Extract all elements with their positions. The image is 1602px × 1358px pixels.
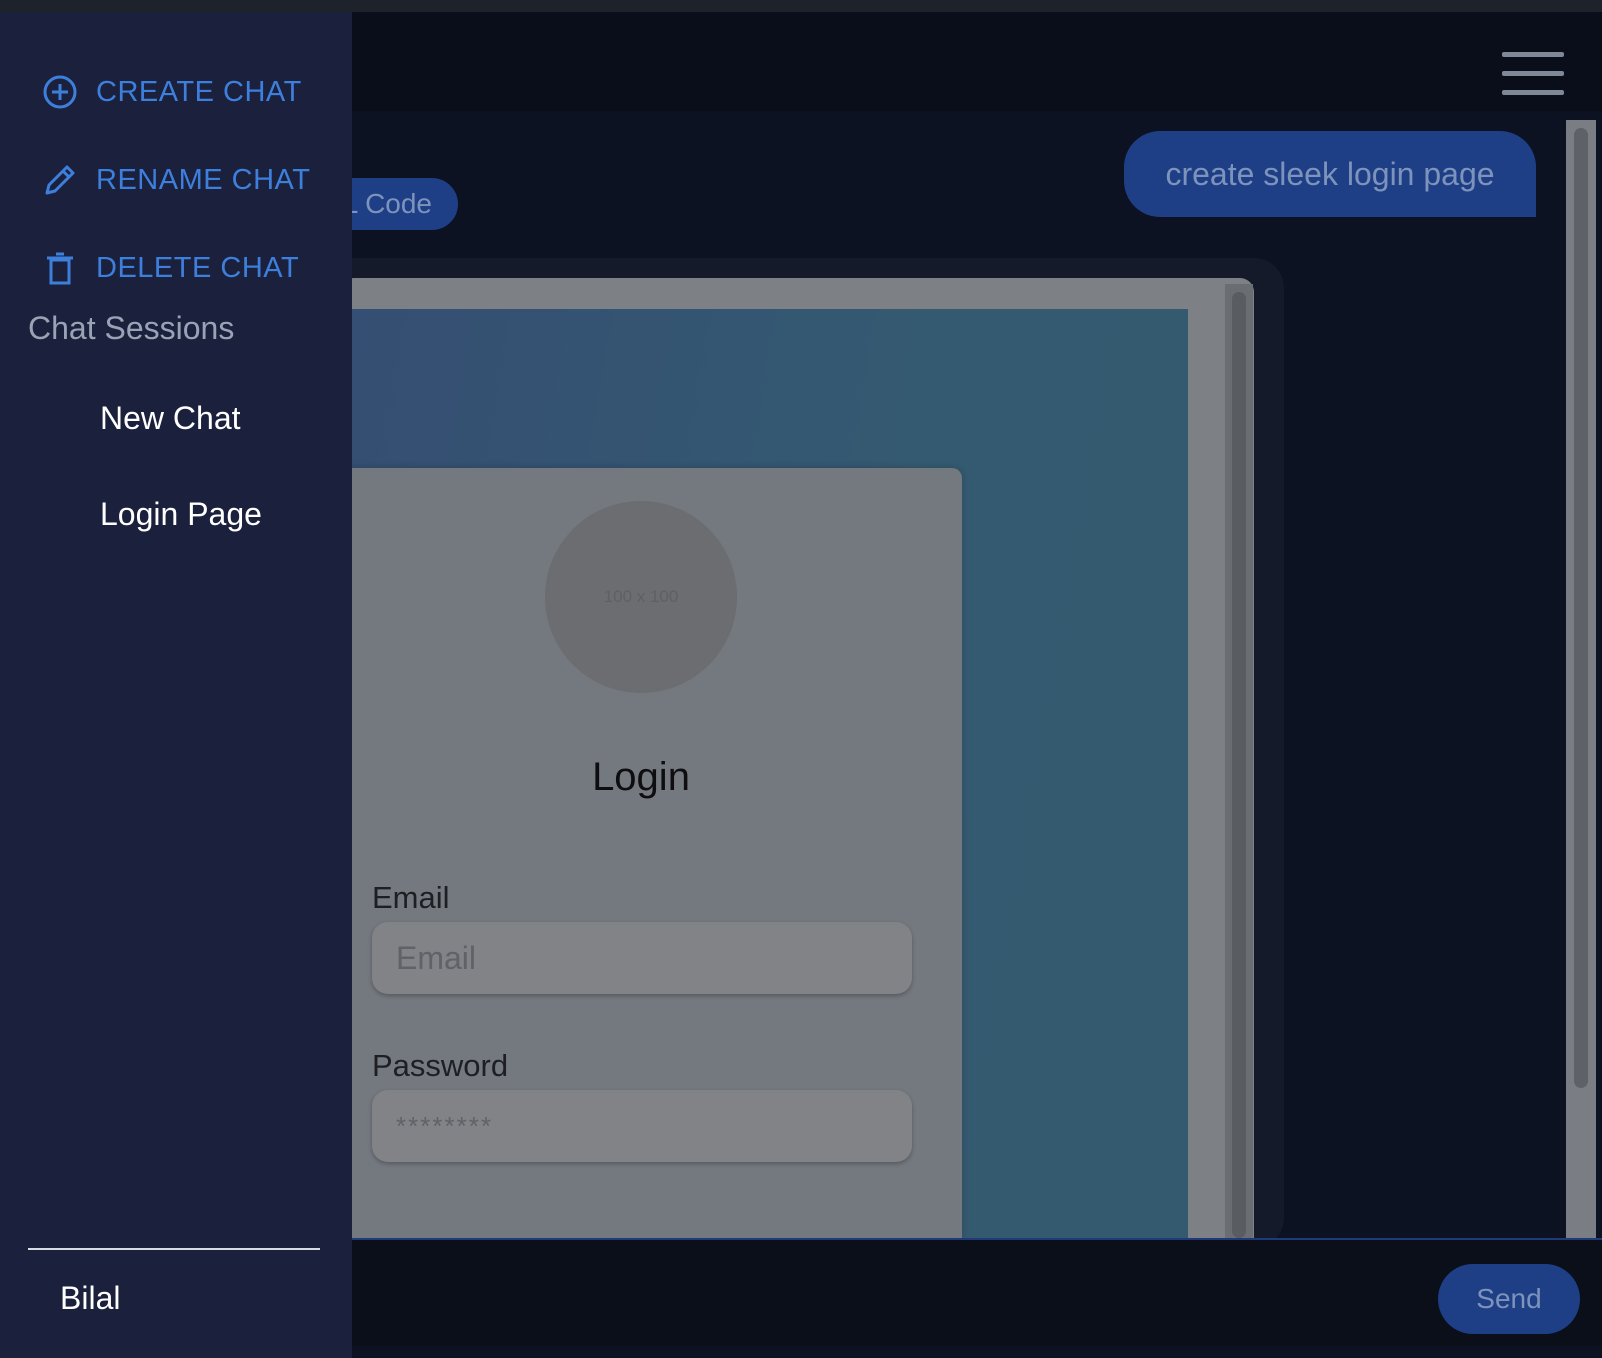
rename-chat-label: RENAME CHAT (96, 163, 311, 196)
create-chat-button[interactable]: CREATE CHAT (40, 67, 302, 117)
email-field[interactable]: Email (372, 922, 912, 994)
chat-scrollbar-thumb[interactable] (1574, 128, 1588, 1088)
rename-chat-button[interactable]: RENAME CHAT (40, 155, 310, 205)
sidebar: CREATE CHAT RENAME CHAT DELETE CHAT Chat… (0, 12, 352, 1358)
composer-bar (340, 1240, 1602, 1346)
login-title: Login (592, 755, 690, 799)
password-label: Password (372, 1048, 509, 1083)
session-item-login-page[interactable]: Login Page (100, 496, 262, 533)
chat-sessions-heading: Chat Sessions (28, 310, 235, 346)
pencil-icon (40, 160, 80, 200)
create-chat-label: CREATE CHAT (96, 75, 302, 108)
sidebar-divider (28, 1248, 320, 1250)
email-label: Email (372, 880, 450, 915)
delete-chat-label: DELETE CHAT (96, 251, 300, 284)
plus-circle-icon (40, 72, 80, 112)
password-field[interactable]: ******** (372, 1090, 912, 1162)
preview-scrollbar-thumb[interactable] (1232, 292, 1246, 1238)
delete-chat-button[interactable]: DELETE CHAT (40, 243, 299, 293)
session-item-new-chat[interactable]: New Chat (100, 400, 241, 437)
trash-icon (40, 248, 80, 288)
send-button[interactable]: Send (1438, 1264, 1580, 1334)
avatar-placeholder: 100 x 100 (545, 501, 737, 693)
user-message-bubble: create sleek login page (1124, 131, 1536, 217)
user-name[interactable]: Bilal (60, 1280, 120, 1317)
hamburger-icon[interactable] (1502, 52, 1564, 96)
